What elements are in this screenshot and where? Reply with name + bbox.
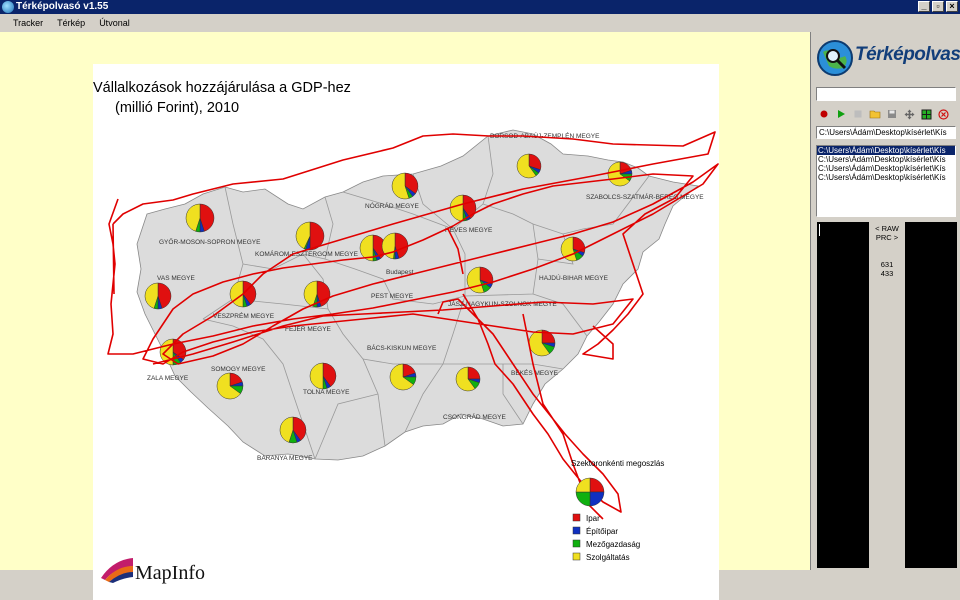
raw-label: < RAW	[875, 224, 899, 233]
county-label: BÁCS-KISKUN MEGYE	[367, 343, 437, 352]
status-field[interactable]	[816, 87, 956, 101]
list-item[interactable]: C:\Users\Ádám\Desktop\kísérlet\Kís	[817, 164, 955, 173]
mapinfo-brand: MapInfo	[135, 562, 205, 584]
work-area[interactable]: Vállalkozások hozzájárulása a GDP-hez (m…	[0, 32, 810, 600]
text-cursor	[819, 224, 820, 236]
stop-icon[interactable]	[851, 107, 865, 121]
legend-title: Szektoronkénti megoszlás	[571, 459, 664, 468]
menu-terkep[interactable]: Térkép	[50, 14, 92, 32]
file-list[interactable]: C:\Users\Ádám\Desktop\kísérlet\Kís C:\Us…	[816, 145, 956, 217]
list-item[interactable]: C:\Users\Ádám\Desktop\kísérlet\Kís	[817, 155, 955, 164]
county-label: SOMOGY MEGYE	[211, 366, 266, 373]
pie-slice	[589, 491, 605, 507]
county-label: ZALA MEGYE	[147, 375, 189, 382]
pie-slice	[589, 477, 605, 493]
save-icon[interactable]	[885, 107, 899, 121]
logo-text: Térképolvasó	[855, 44, 960, 65]
county-label: NÓGRÁD MEGYE	[365, 201, 419, 210]
window-title: Térképolvasó v1.55	[16, 1, 109, 12]
legend-pie	[575, 477, 605, 507]
county-label: VESZPRÉM MEGYE	[213, 311, 275, 320]
legend-swatch	[572, 552, 581, 561]
prc-display	[905, 222, 957, 568]
path-field[interactable]: C:\Users\Ádám\Desktop\kísérlet\Kís	[816, 126, 956, 139]
map-title-line1: Vállalkozások hozzájárulása a GDP-hez	[93, 80, 351, 96]
mapinfo-logo: MapInfo	[101, 558, 205, 584]
coord-y: 433	[880, 269, 894, 278]
list-item[interactable]: C:\Users\Ádám\Desktop\kísérlet\Kís	[817, 146, 955, 155]
list-item[interactable]: C:\Users\Ádám\Desktop\kísérlet\Kís	[817, 173, 955, 182]
close-button[interactable]: ×	[946, 1, 958, 12]
county-label: TOLNA MEGYE	[303, 389, 350, 396]
map-image[interactable]: Vállalkozások hozzájárulása a GDP-hez (m…	[93, 64, 719, 600]
app-logo: Térképolvasó	[813, 34, 960, 82]
prc-label: PRC >	[875, 233, 899, 242]
pie-slice	[575, 491, 591, 507]
pie-slice	[575, 477, 591, 493]
minimize-button[interactable]: _	[918, 1, 930, 12]
legend-swatch	[572, 526, 581, 535]
legend-label: Szolgáltatás	[586, 553, 630, 562]
legend-swatch	[572, 513, 581, 522]
map-title-line2: (millió Forint), 2010	[115, 100, 239, 116]
move-icon[interactable]	[902, 107, 916, 121]
raw-display	[817, 222, 869, 568]
county-label: HEVES MEGYE	[445, 227, 493, 234]
play-icon[interactable]	[834, 107, 848, 121]
map-canvas: Vállalkozások hozzájárulása a GDP-hez (m…	[93, 80, 719, 584]
app-icon	[2, 1, 14, 13]
menubar: Tracker Térkép Útvonal	[0, 14, 960, 32]
globe-magnifier-icon	[817, 40, 853, 76]
county-label: JÁSZ-NAGYKUN-SZOLNOK MEGYE	[448, 299, 557, 308]
coord-x: 631	[880, 260, 894, 269]
legend-label: Ipar	[586, 514, 600, 523]
close-icon[interactable]	[936, 107, 950, 121]
toolbar	[817, 106, 950, 122]
raw-prc-labels: < RAW PRC > 631 433	[871, 224, 903, 278]
maximize-button[interactable]: ▫	[932, 1, 944, 12]
county-label: BARANYA MEGYE	[257, 455, 313, 462]
menu-tracker[interactable]: Tracker	[6, 14, 50, 32]
menu-utvonal[interactable]: Útvonal	[92, 14, 137, 32]
record-icon[interactable]	[817, 107, 831, 121]
county-label: VAS MEGYE	[157, 275, 195, 282]
window-titlebar: Térképolvasó v1.55 _ ▫ ×	[0, 0, 960, 14]
county-label: PEST MEGYE	[371, 293, 414, 300]
legend-items: Ipar Építőipar Mezőgazdaság Szolgáltatás	[572, 513, 640, 562]
legend-label: Építőipar	[586, 527, 618, 536]
grid-icon[interactable]	[919, 107, 933, 121]
legend-label: Mezőgazdaság	[586, 540, 640, 549]
county-label: GYŐR-MOSON-SOPRON MEGYE	[159, 237, 261, 246]
open-folder-icon[interactable]	[868, 107, 882, 121]
county-label: CSONGRÁD MEGYE	[443, 412, 507, 421]
legend-swatch	[572, 539, 581, 548]
county-label: HAJDÚ-BIHAR MEGYE	[539, 273, 609, 282]
control-panel: Térképolvasó C:\Users\Ádám\Desktop\kísér…	[810, 32, 960, 570]
